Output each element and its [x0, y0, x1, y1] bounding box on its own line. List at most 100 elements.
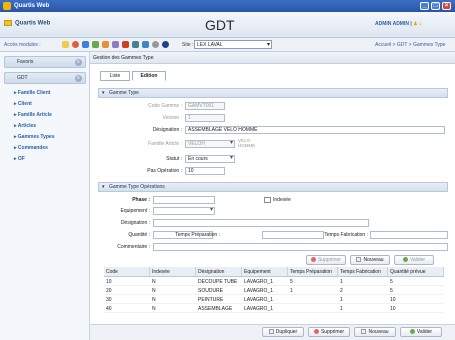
sidebar-item-famille-article[interactable]: ▸ Famille Article	[14, 112, 52, 118]
grid-module-icon[interactable]	[142, 41, 149, 48]
user-menu[interactable]: ADMIN ADMIN | ♟ ⌂	[375, 21, 422, 27]
operation-new-button[interactable]: Nouveau	[350, 255, 390, 265]
page-title: GDT	[205, 17, 235, 33]
code-field[interactable]: GAMVT001	[185, 102, 225, 110]
favoris-panel-header[interactable]: Favoris ≡	[4, 56, 86, 68]
cell-temps-fabrication: 1	[340, 279, 343, 285]
user-icon[interactable]: ♟	[413, 21, 417, 27]
page-heading: Gestion des Gammes Type	[90, 52, 455, 64]
commentaire-field[interactable]	[153, 243, 448, 251]
famille-article-select[interactable]: VELOH	[185, 140, 235, 148]
collapse-favoris-icon[interactable]: ≡	[75, 59, 82, 66]
validate-button[interactable]: Valider	[400, 327, 442, 337]
table-row[interactable]: 10 N DECOUPE TUBE LAVAGRO_1 5 1 5	[104, 278, 444, 286]
new-icon	[356, 257, 362, 263]
phase-label: Phase :	[132, 197, 150, 203]
designation-field[interactable]: ASSEMBLAGE VELO HOMME	[185, 126, 445, 134]
sidebar: Favoris ≡ GDT ≡ ▸ Famille Client ▸ Client …	[0, 52, 90, 340]
help-module-icon[interactable]	[162, 41, 169, 48]
sidebar-item-commandes[interactable]: ▸ Commandes	[14, 145, 48, 151]
col-temps-preparation[interactable]: Temps Préparation	[288, 267, 338, 277]
operations-section[interactable]: Gamme Type Opérations	[98, 182, 448, 192]
table-row[interactable]: 40 N ASSEMBLAGE LAVAGRO_1 1 10	[104, 305, 444, 313]
cell-equipement: LAVAGRO_1	[244, 279, 273, 285]
folder-module-icon[interactable]	[62, 41, 69, 48]
operation-validate-button[interactable]: Valider	[394, 255, 434, 265]
version-field[interactable]: 1	[185, 114, 225, 122]
version-label: Version :	[162, 115, 182, 121]
cell-quantite: 5	[390, 279, 393, 285]
cell-designation: DECOUPE TUBE	[198, 279, 238, 285]
cell-quantite: 5	[390, 288, 393, 294]
users-module-icon[interactable]	[82, 41, 89, 48]
col-quantite[interactable]: Quantité prévue	[388, 267, 444, 277]
pas-operation-label: Pas Opération :	[147, 168, 182, 174]
sidebar-item-of[interactable]: ▸ OF	[14, 156, 25, 162]
site-select[interactable]: LEX LAVAL	[194, 40, 272, 49]
collapse-gdt-icon[interactable]: ≡	[75, 75, 82, 82]
operation-delete-button[interactable]: Supprimer	[306, 255, 346, 265]
gdt-panel-header[interactable]: GDT ≡	[4, 72, 86, 84]
cell-indexee: N	[152, 297, 156, 303]
pas-operation-field[interactable]: 10	[185, 167, 225, 175]
cell-temps-preparation	[288, 296, 290, 304]
table-row[interactable]: 30 N PEINTURE LAVAGRO_1 1 10	[104, 296, 444, 304]
temps-fabrication-field[interactable]	[370, 231, 448, 239]
home-icon[interactable]: ⌂	[419, 21, 422, 27]
new-button[interactable]: Nouveau	[354, 327, 396, 337]
module-toolbar: Accès modules : Site : LEX LAVAL Accueil…	[0, 38, 455, 52]
code-label: Code Gamme :	[148, 103, 182, 109]
col-designation[interactable]: Désignation	[196, 267, 242, 277]
indexee-label: Indexée	[273, 197, 291, 203]
quantite-label: Quantité :	[128, 232, 150, 238]
col-code[interactable]: Code	[104, 267, 150, 277]
stock-module-icon[interactable]	[92, 41, 99, 48]
reports-module-icon[interactable]	[132, 41, 139, 48]
col-indexee[interactable]: Indexée	[150, 267, 196, 277]
cell-code: 40	[106, 306, 112, 312]
delete-button[interactable]: Supprimer	[308, 327, 350, 337]
cell-quantite: 10	[390, 306, 396, 312]
tab-edition[interactable]: Edition	[132, 71, 166, 81]
minimize-button[interactable]: _	[420, 2, 429, 10]
cell-code: 10	[106, 279, 112, 285]
cell-code: 30	[106, 297, 112, 303]
copy-icon	[268, 329, 274, 335]
tab-liste[interactable]: Liste	[100, 71, 130, 81]
equipement-select[interactable]	[153, 207, 215, 215]
planning-module-icon[interactable]	[122, 41, 129, 48]
access-modules-label: Accès modules :	[4, 42, 41, 48]
main-content: Gestion des Gammes Type Liste Edition Ga…	[90, 52, 455, 340]
sidebar-item-articles[interactable]: ▸ Articles	[14, 123, 36, 129]
duplicate-button[interactable]: Dupliquer	[262, 327, 304, 337]
cell-equipement: LAVAGRO_1	[244, 288, 273, 294]
temps-fabrication-label: Temps Fabrication :	[324, 232, 368, 238]
operation-designation-field[interactable]	[153, 219, 369, 227]
cell-designation: ASSEMBLAGE	[198, 306, 233, 312]
admin-module-icon[interactable]	[152, 41, 159, 48]
production-module-icon[interactable]	[102, 41, 109, 48]
col-equipement[interactable]: Equipement	[242, 267, 288, 277]
cell-designation: PEINTURE	[198, 297, 224, 303]
famille-article-label: Famille Article :	[148, 141, 182, 147]
sidebar-item-client[interactable]: ▸ Client	[14, 101, 32, 107]
settings-module-icon[interactable]	[72, 41, 79, 48]
cell-indexee: N	[152, 306, 156, 312]
cell-temps-preparation	[288, 305, 290, 313]
close-button[interactable]: ×	[442, 2, 451, 10]
indexee-checkbox[interactable]	[264, 197, 271, 203]
breadcrumb[interactable]: Accueil > GDT > Gammes Type	[375, 42, 445, 48]
statut-select[interactable]: En cours	[185, 155, 235, 163]
app-icon	[3, 2, 11, 10]
sidebar-item-gammes-types[interactable]: ▸ Gammes Types	[14, 134, 55, 140]
cell-equipement: LAVAGRO_1	[244, 297, 273, 303]
cell-temps-fabrication: 1	[340, 297, 343, 303]
cell-temps-fabrication: 1	[340, 306, 343, 312]
quality-module-icon[interactable]	[112, 41, 119, 48]
maximize-button[interactable]: □	[431, 2, 440, 10]
phase-field[interactable]	[153, 196, 215, 204]
gamme-type-section[interactable]: Gamme Type	[98, 88, 448, 98]
sidebar-item-famille-client[interactable]: ▸ Famille Client	[14, 90, 50, 96]
col-temps-fabrication[interactable]: Temps Fabrication	[338, 267, 388, 277]
table-row[interactable]: 20 N SOUDURE LAVAGRO_1 1 2 5	[104, 287, 444, 295]
